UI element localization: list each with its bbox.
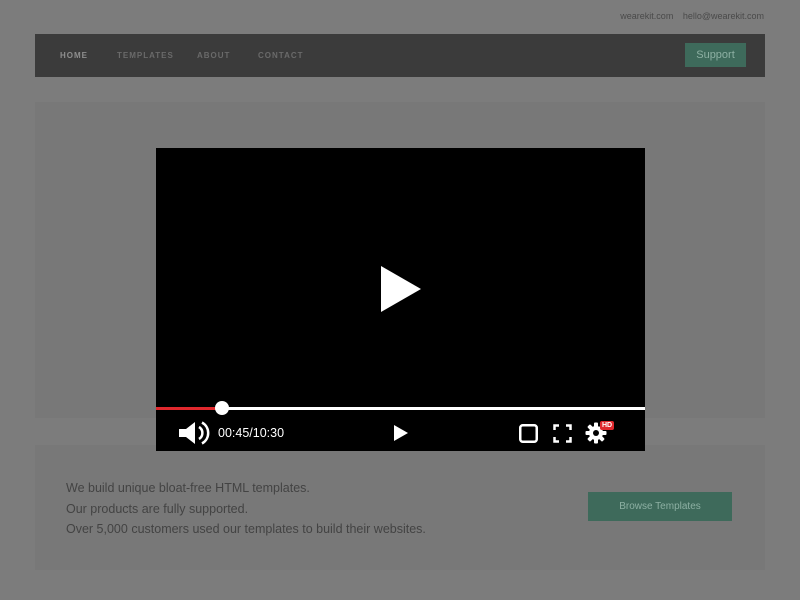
info-panel: We build unique bloat-free HTML template… — [35, 445, 765, 570]
nav-item-templates[interactable]: TEMPLATES — [117, 51, 174, 60]
hd-badge: HD — [600, 421, 615, 430]
video-player[interactable]: 00:45/10:30 HD — [156, 148, 645, 451]
fullscreen-icon[interactable] — [553, 424, 572, 443]
info-line: Over 5,000 customers used our templates … — [66, 522, 426, 536]
progress-played — [156, 407, 222, 410]
info-text: We build unique bloat-free HTML template… — [66, 478, 426, 540]
navbar: HOME TEMPLATES ABOUT CONTACT Support — [35, 34, 765, 77]
support-button[interactable]: Support — [685, 43, 746, 67]
miniplayer-icon[interactable] — [519, 424, 538, 443]
info-line: We build unique bloat-free HTML template… — [66, 481, 310, 495]
play-icon[interactable] — [393, 424, 409, 442]
site-link[interactable]: wearekit.com — [620, 11, 673, 21]
contact-strip: wearekit.com hello@wearekit.com — [613, 11, 764, 21]
browse-templates-button[interactable]: Browse Templates — [588, 492, 732, 521]
progress-bar[interactable] — [156, 401, 645, 415]
email-link[interactable]: hello@wearekit.com — [683, 11, 764, 21]
play-icon[interactable] — [381, 266, 421, 312]
nav-item-home[interactable]: HOME — [60, 51, 88, 60]
info-line: Our products are fully supported. — [66, 501, 249, 516]
time-display: 00:45/10:30 — [218, 426, 285, 440]
progress-thumb[interactable] — [215, 401, 229, 415]
volume-icon[interactable] — [178, 421, 214, 445]
nav-item-about[interactable]: ABOUT — [197, 51, 230, 60]
nav-item-contact[interactable]: CONTACT — [258, 51, 304, 60]
